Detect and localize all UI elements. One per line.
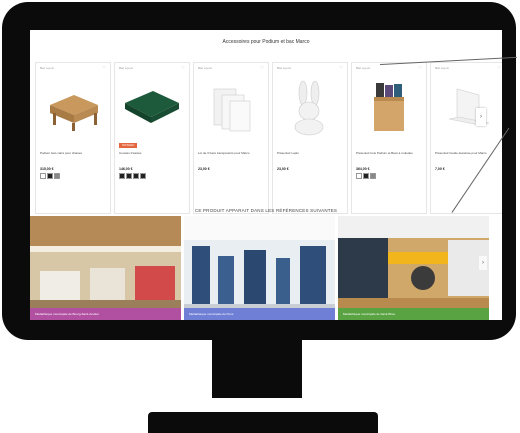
swatch[interactable] — [356, 173, 362, 179]
screen: Accessoires pour Podium et bac Marco Bac… — [30, 30, 502, 320]
product-card[interactable]: Bac a jeux ♡ Lot de 3 bacs transparents … — [193, 62, 269, 214]
reference-card[interactable]: Médiathèque municipale de Bourg-Saint-An… — [30, 216, 181, 320]
color-swatches — [356, 173, 376, 179]
product-card[interactable]: Bac a jeux ♡ NOUVEAU Coussin d'assise 14… — [114, 62, 190, 214]
product-tag: Bac a jeux — [198, 66, 213, 70]
heart-icon[interactable]: ♡ — [418, 65, 422, 70]
reference-photo — [184, 216, 335, 320]
heart-icon[interactable]: ♡ — [181, 65, 185, 70]
product-image — [448, 88, 490, 126]
product-name: Podium bois carré pour chaises — [40, 151, 83, 155]
reference-photo — [30, 216, 181, 320]
reference-caption: Médiathèque municipale de Pons — [184, 308, 335, 320]
product-name: Lot de 3 bacs transparents pour Marco — [198, 151, 250, 155]
reference-card[interactable]: Médiathèque municipale de Pons — [184, 216, 335, 320]
product-tag: Bac a jeux — [356, 66, 371, 70]
product-price: 364,00 € — [356, 167, 370, 171]
product-price: 23,00 € — [198, 167, 210, 171]
swatch[interactable] — [47, 173, 53, 179]
product-card[interactable]: Bac a jeux ♡ Podium bois carré pour chai… — [35, 62, 111, 214]
product-image — [213, 88, 251, 132]
swatch[interactable] — [119, 173, 125, 179]
product-image — [294, 80, 324, 136]
heart-icon[interactable]: ♡ — [102, 65, 106, 70]
product-name: Coussin d'assise — [119, 151, 142, 155]
color-swatches — [40, 173, 60, 179]
section-title: Accessoires pour Podium et bac Marco — [222, 39, 310, 45]
swatch[interactable] — [126, 173, 132, 179]
product-price: 315,00 € — [40, 167, 54, 171]
promo-badge: NOUVEAU — [119, 143, 138, 148]
product-image — [125, 91, 179, 123]
heart-icon[interactable]: ♡ — [339, 65, 343, 70]
product-card[interactable]: Bac a jeux ♡ Présentoir bois Podium et B… — [351, 62, 427, 214]
swatch[interactable] — [140, 173, 146, 179]
product-carousel: Bac a jeux ♡ Podium bois carré pour chai… — [35, 62, 502, 214]
product-tag: Bac a jeux — [40, 66, 55, 70]
product-name: Présentoir bois Podium et Bacs à roulett… — [356, 151, 413, 155]
product-image — [374, 83, 404, 131]
references-carousel: Médiathèque municipale de Bourg-Saint-An… — [30, 216, 502, 320]
product-name: Présentoir Lapin — [277, 151, 299, 155]
product-price: 146,00 € — [119, 167, 133, 171]
monitor-frame: Accessoires pour Podium et bac Marco Bac… — [2, 2, 516, 340]
monitor-foot — [148, 412, 378, 433]
product-image — [50, 95, 98, 131]
product-tag: Bac a jeux — [277, 66, 292, 70]
swatch[interactable] — [133, 173, 139, 179]
reference-card[interactable]: Médiathèque municipale de Saint-Brice › — [338, 216, 489, 320]
swatch[interactable] — [40, 173, 46, 179]
product-tag: Bac a jeux — [435, 66, 450, 70]
swatch[interactable] — [363, 173, 369, 179]
monitor-neck — [212, 340, 302, 398]
heart-icon[interactable]: ♡ — [260, 65, 264, 70]
swatch[interactable] — [370, 173, 376, 179]
references-title: CE PRODUIT APPARAIT DANS LES RÉFÉRENCES … — [194, 208, 338, 213]
product-price: 7,00 € — [435, 167, 445, 171]
reference-caption: Médiathèque municipale de Saint-Brice — [338, 308, 489, 320]
swatch[interactable] — [54, 173, 60, 179]
product-card[interactable]: Bac a jeux ♡ Présentoir Lapin 23,00 € — [272, 62, 348, 214]
product-tag: Bac a jeux — [119, 66, 134, 70]
references-next-button[interactable]: › — [479, 256, 487, 270]
reference-caption: Médiathèque municipale de Bourg-Saint-An… — [30, 308, 181, 320]
product-price: 23,00 € — [277, 167, 289, 171]
color-swatches — [119, 173, 146, 179]
carousel-next-button[interactable]: › — [476, 108, 486, 126]
reference-photo — [338, 216, 489, 320]
heart-icon[interactable]: ♡ — [497, 65, 501, 70]
